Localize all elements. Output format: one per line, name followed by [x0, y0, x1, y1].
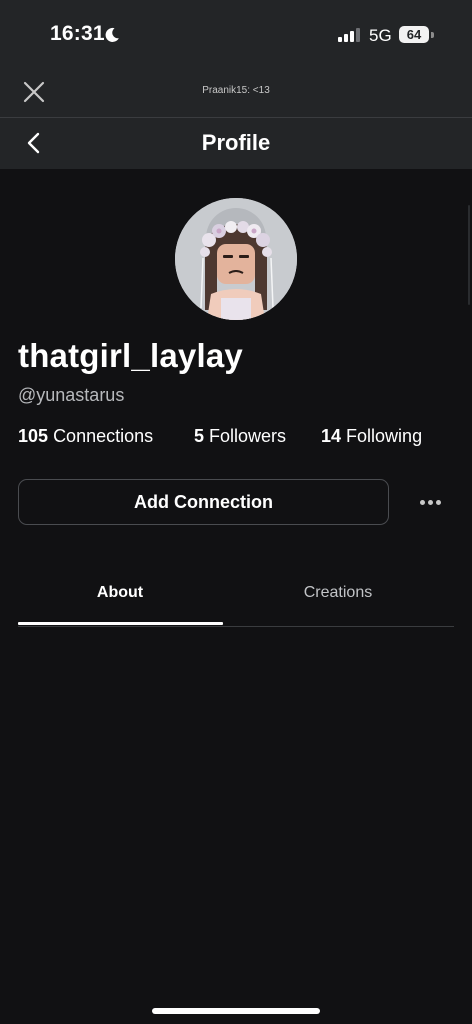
moon-icon: [105, 27, 119, 42]
nav-bar: Profile: [0, 118, 472, 169]
display-name: thatgirl_laylay: [18, 337, 243, 374]
home-indicator[interactable]: [152, 1008, 320, 1014]
following-count: 14: [321, 426, 342, 446]
selected-tab-indicator: [18, 622, 223, 625]
followers-count: 5: [194, 426, 205, 446]
following-stat[interactable]: 14 Following: [321, 426, 422, 447]
page-url: Praanik15: <13: [202, 85, 270, 96]
avatar[interactable]: [175, 198, 297, 320]
connections-stat[interactable]: 105 Connections: [18, 426, 153, 447]
following-label: Following: [346, 426, 423, 446]
more-horizontal-icon-dot: [427, 499, 433, 505]
battery-tip: [431, 32, 434, 38]
username: @yunastarus: [18, 385, 125, 405]
battery-level: 64: [406, 27, 422, 42]
more-options-button[interactable]: [413, 490, 447, 514]
followers-label: Followers: [209, 426, 287, 446]
profile-tabs: About Creations: [18, 574, 454, 627]
browser-bar: Praanik15: <13: [0, 70, 472, 118]
connections-count: 105: [18, 426, 49, 446]
more-horizontal-icon: [419, 499, 425, 505]
add-connection-button[interactable]: Add Connection: [18, 479, 389, 525]
page-title: Profile: [201, 130, 271, 155]
cellular-signal-icon: [338, 28, 360, 42]
status-bar: 16:31 5G 64: [0, 0, 472, 70]
status-time: 16:31: [50, 22, 105, 45]
scrollbar[interactable]: [468, 205, 470, 305]
tab-creations[interactable]: Creations: [236, 574, 440, 624]
more-horizontal-icon-dot: [435, 499, 441, 505]
connections-label: Connections: [53, 426, 154, 446]
avatar-image: [175, 198, 297, 320]
tab-about[interactable]: About: [18, 574, 222, 624]
followers-stat[interactable]: 5 Followers: [194, 426, 286, 447]
network-type: 5G: [369, 26, 392, 45]
battery-icon: 64: [399, 26, 435, 44]
